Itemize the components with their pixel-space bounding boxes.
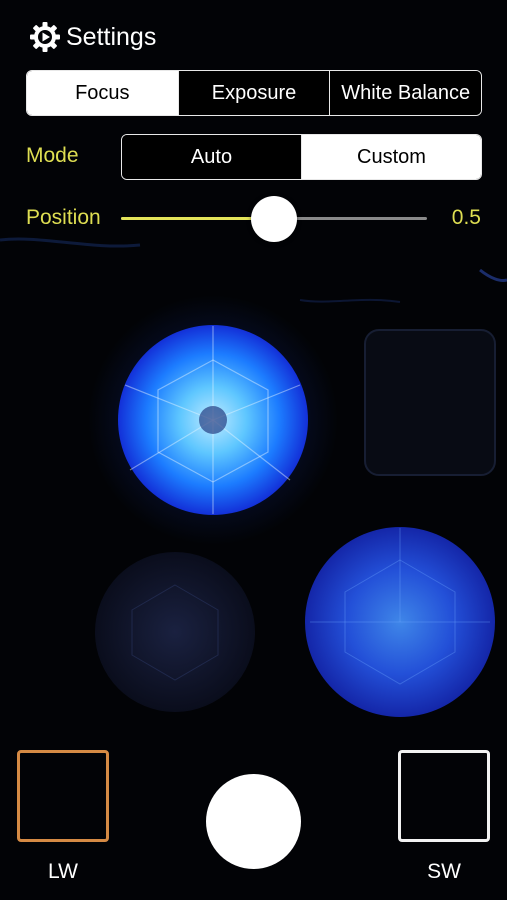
settings-header[interactable]: Settings (28, 18, 156, 56)
lw-label: LW (48, 860, 78, 883)
position-label: Position (26, 206, 101, 229)
tab-white-balance[interactable]: White Balance (329, 71, 481, 115)
mode-segmented-control: Auto Custom (121, 134, 482, 180)
tab-focus[interactable]: Focus (27, 71, 178, 115)
position-value: 0.5 (451, 206, 481, 229)
mode-option-auto[interactable]: Auto (122, 135, 301, 179)
position-slider[interactable] (121, 196, 427, 242)
shutter-button[interactable] (206, 774, 301, 869)
mode-option-custom[interactable]: Custom (301, 135, 481, 179)
lw-filter-button[interactable] (17, 750, 109, 842)
settings-title: Settings (66, 22, 157, 51)
settings-tabs: Focus Exposure White Balance (26, 70, 482, 116)
position-slider-thumb[interactable] (251, 196, 297, 242)
mode-label: Mode (26, 144, 79, 167)
sw-label: SW (427, 860, 461, 883)
tab-exposure[interactable]: Exposure (177, 71, 330, 115)
sw-filter-button[interactable] (398, 750, 490, 842)
gear-icon (28, 20, 62, 54)
